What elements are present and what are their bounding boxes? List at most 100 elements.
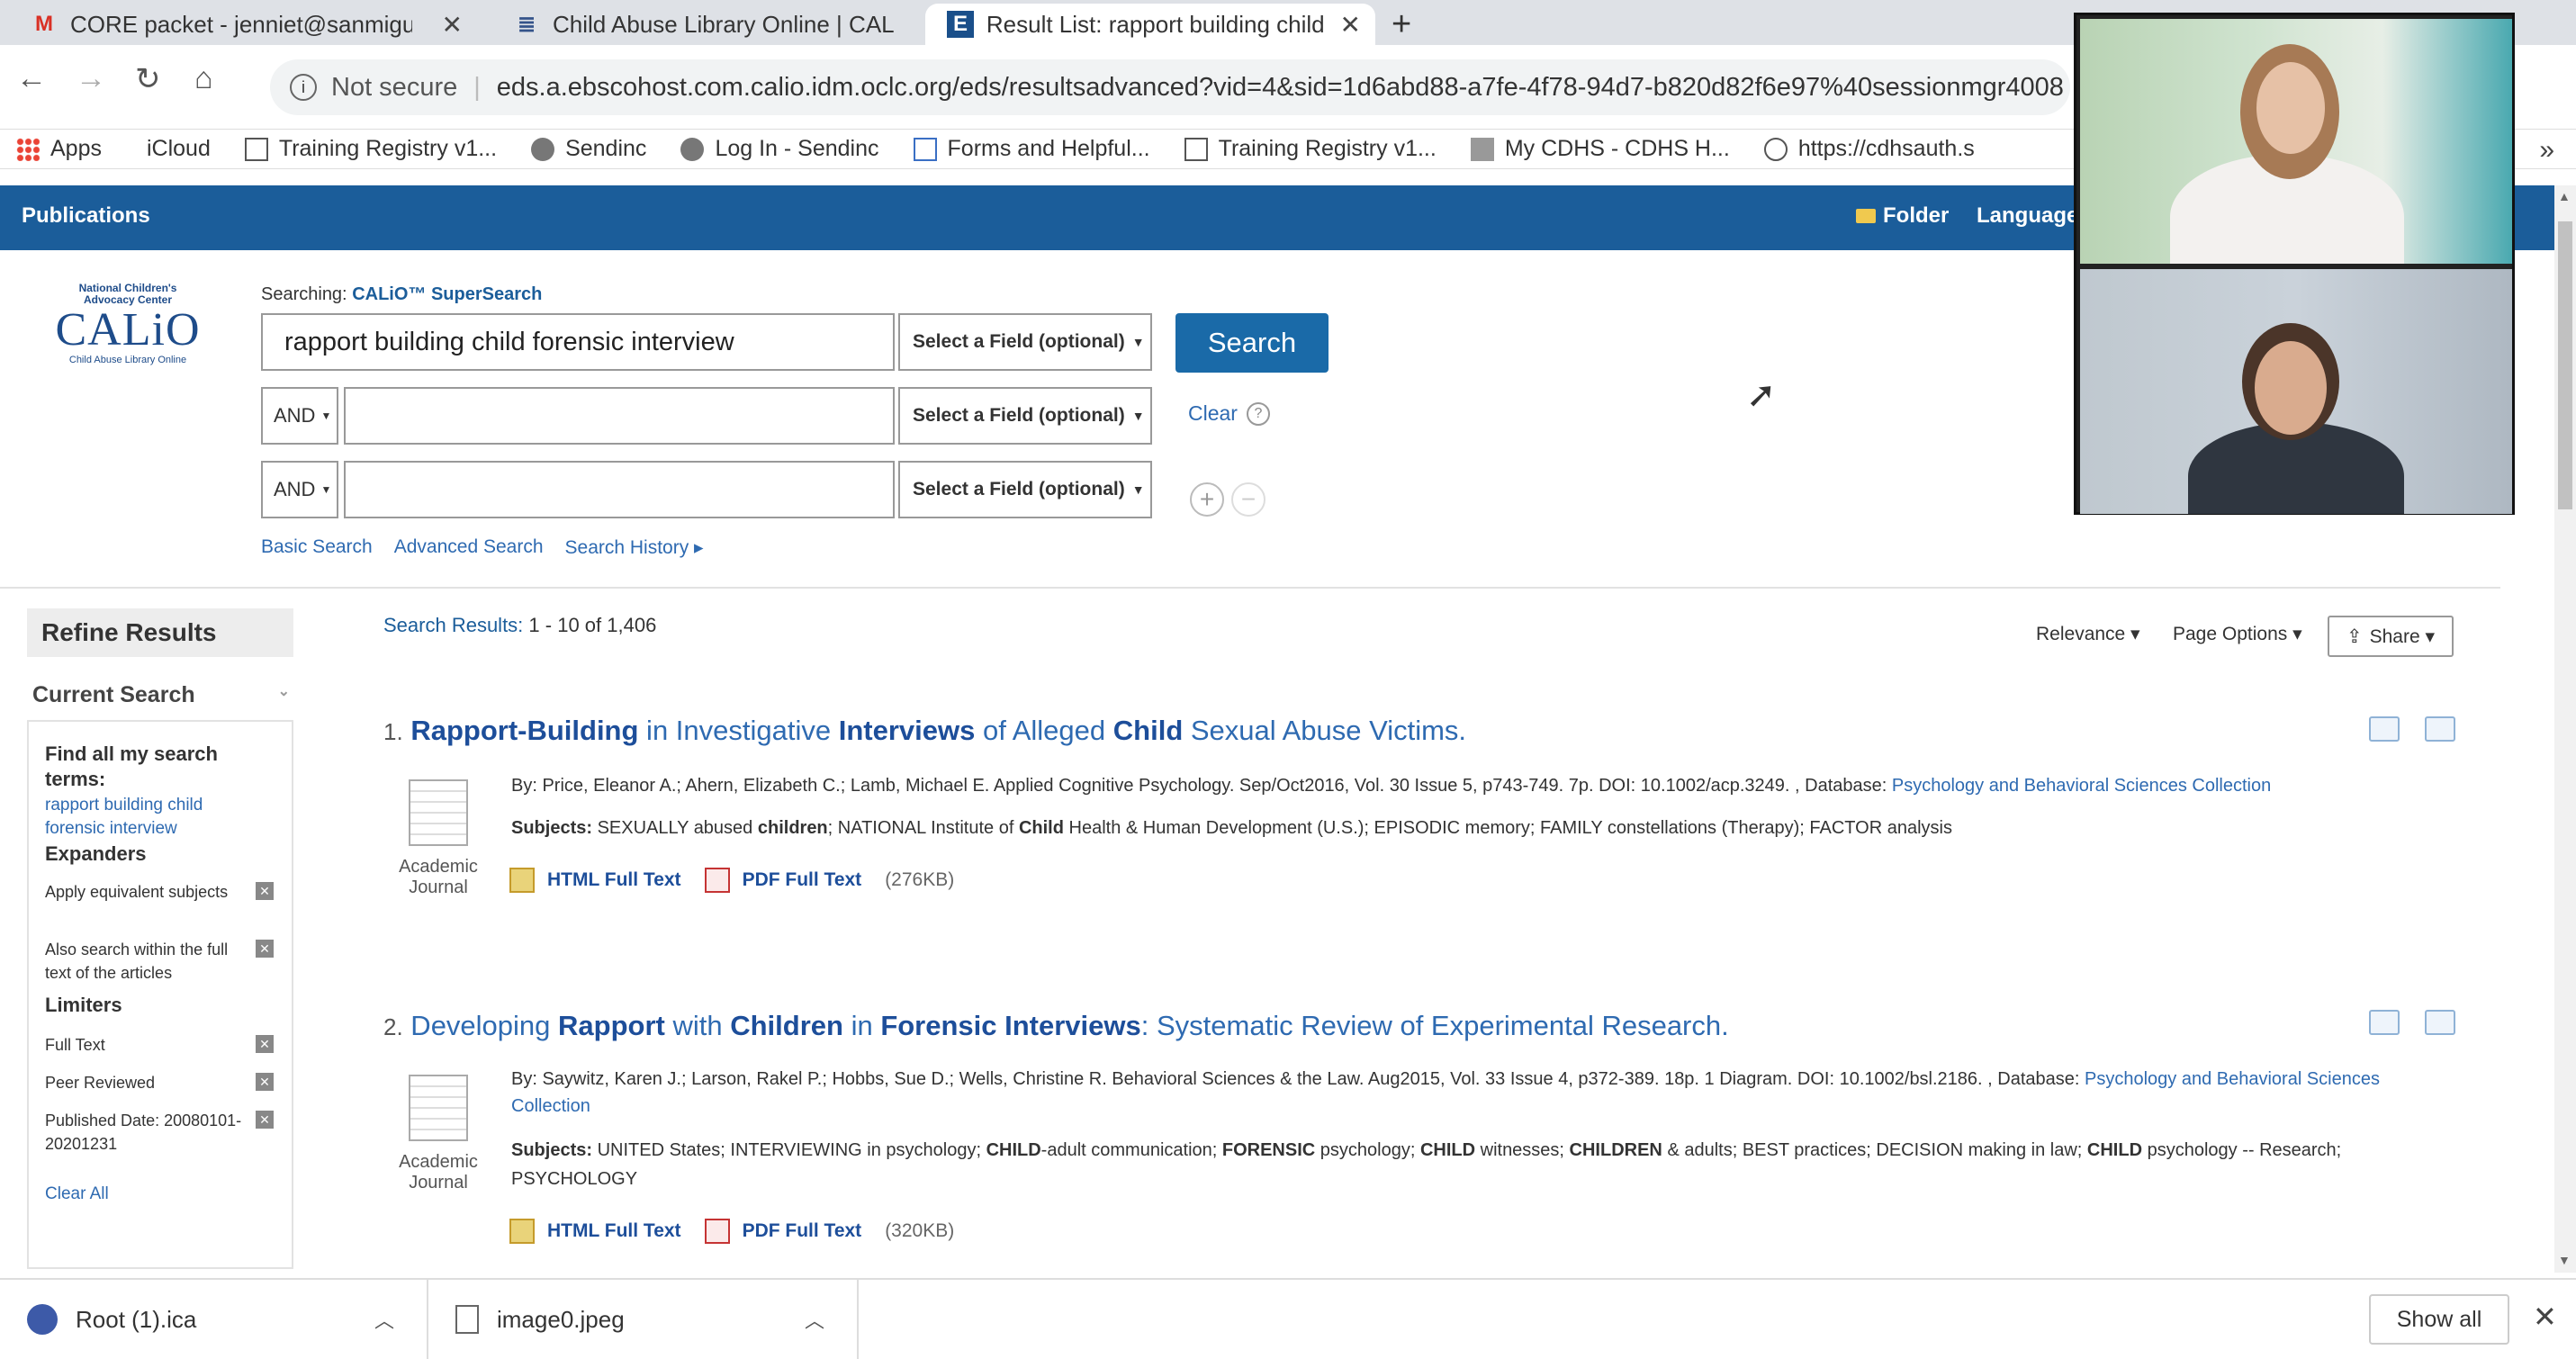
info-icon[interactable]: i bbox=[290, 74, 317, 101]
result-title-1[interactable]: 1. Rapport-Building in Investigative Int… bbox=[383, 715, 1466, 747]
field-select-3[interactable]: Select a Field (optional) ▼ bbox=[898, 461, 1152, 518]
home-icon[interactable]: ⌂ bbox=[194, 61, 213, 96]
basic-search-link[interactable]: Basic Search bbox=[261, 536, 373, 559]
find-all-terms-link[interactable]: rapport building child forensic intervie… bbox=[45, 794, 252, 841]
download-item-image0[interactable]: image0.jpeg ︿ bbox=[428, 1280, 859, 1359]
back-icon[interactable]: ← bbox=[16, 61, 47, 96]
folder-link[interactable]: Folder bbox=[1856, 203, 1949, 229]
relevance-sort-menu[interactable]: Relevance ▾ bbox=[2036, 623, 2140, 645]
boolean-select-3[interactable]: AND ▼ bbox=[261, 461, 338, 518]
clear-all-link[interactable]: Clear All bbox=[45, 1183, 252, 1206]
field-select-2[interactable]: Select a Field (optional) ▼ bbox=[898, 387, 1152, 445]
close-tab-icon[interactable]: ✕ bbox=[1340, 10, 1361, 40]
html-fulltext-link[interactable]: HTML Full Text bbox=[547, 1220, 681, 1242]
result-title-2[interactable]: 2. Developing Rapport with Children in F… bbox=[383, 1010, 1729, 1042]
url-text: eds.a.ebscohost.com.calio.idm.oclc.org/e… bbox=[496, 72, 2064, 102]
clear-link[interactable]: Clear ? bbox=[1188, 401, 1270, 426]
search-mode-links: Basic Search Advanced Search Search Hist… bbox=[261, 536, 704, 559]
bookmark-login-sendinc[interactable]: Log In - Sendinc bbox=[680, 136, 879, 162]
chevron-up-icon[interactable]: ︿ bbox=[805, 1305, 824, 1334]
participant-video-1 bbox=[2080, 19, 2512, 264]
calio-logo[interactable]: National Children's Advocacy Center CALi… bbox=[47, 283, 209, 382]
forward-icon[interactable]: → bbox=[76, 61, 106, 96]
bookmark-cdhsauth[interactable]: https://cdhsauth.s bbox=[1763, 136, 1975, 162]
remove-row-icon[interactable]: − bbox=[1231, 482, 1265, 517]
pdf-icon bbox=[704, 1219, 730, 1244]
html-fulltext-link[interactable]: HTML Full Text bbox=[547, 869, 681, 891]
citrix-icon bbox=[27, 1304, 58, 1335]
boolean-label: AND bbox=[274, 404, 316, 427]
add-to-folder-icon[interactable] bbox=[2425, 716, 2455, 742]
advanced-search-link[interactable]: Advanced Search bbox=[394, 536, 544, 559]
bookmark-icloud[interactable]: iCloud bbox=[136, 136, 211, 162]
pdf-icon bbox=[704, 868, 730, 893]
boolean-select-2[interactable]: AND ▼ bbox=[261, 387, 338, 445]
result-actions-2 bbox=[2369, 1010, 2455, 1035]
searching-database-link[interactable]: CALiO™ SuperSearch bbox=[352, 284, 542, 304]
bookmark-training-registry[interactable]: Training Registry v1... bbox=[244, 136, 497, 162]
mouse-cursor-icon: ➚ bbox=[1746, 375, 1777, 415]
reload-icon[interactable]: ↻ bbox=[135, 61, 161, 97]
tab-label: Result List: rapport building child bbox=[986, 10, 1325, 38]
field-select-label: Select a Field (optional) bbox=[913, 331, 1125, 352]
preview-icon[interactable] bbox=[2369, 1010, 2400, 1035]
current-search-toggle[interactable]: Current Search ⌄ bbox=[32, 682, 290, 708]
tab-child-abuse-library[interactable]: ≣ Child Abuse Library Online | CAL ✕ bbox=[491, 4, 959, 45]
file-size: (320KB) bbox=[885, 1220, 955, 1241]
url-bar[interactable]: i Not secure | eds.a.ebscohost.com.calio… bbox=[270, 59, 2070, 115]
close-download-shelf-icon[interactable]: ✕ bbox=[2533, 1300, 2557, 1334]
tab-core-packet[interactable]: M CORE packet - jenniet@sanmigu ✕ bbox=[9, 4, 477, 45]
remove-limiter-icon[interactable]: ✕ bbox=[256, 1073, 274, 1091]
help-icon[interactable]: ? bbox=[1246, 401, 1270, 426]
page-icon bbox=[1184, 137, 1208, 161]
new-tab-button[interactable]: + bbox=[1392, 5, 1411, 44]
bookmark-training-registry-2[interactable]: Training Registry v1... bbox=[1184, 136, 1437, 162]
remove-limiter-icon[interactable]: ✕ bbox=[256, 1111, 274, 1129]
publications-link[interactable]: Publications bbox=[22, 203, 150, 229]
bookmark-my-cdhs[interactable]: My CDHS - CDHS H... bbox=[1470, 136, 1730, 162]
bookmark-label: Apps bbox=[50, 136, 102, 161]
add-row-icon[interactable]: + bbox=[1190, 482, 1224, 517]
more-bookmarks-icon[interactable]: » bbox=[2539, 135, 2554, 166]
close-tab-icon[interactable]: ✕ bbox=[442, 10, 463, 40]
pdf-fulltext-link[interactable]: PDF Full Text bbox=[743, 869, 862, 891]
bookmark-label: Sendinc bbox=[565, 136, 647, 161]
bookmark-apps[interactable]: Apps bbox=[16, 136, 102, 162]
share-button[interactable]: ⇪ Share ▾ bbox=[2328, 616, 2454, 657]
add-to-folder-icon[interactable] bbox=[2425, 1010, 2455, 1035]
result-meta-1: By: Price, Eleanor A.; Ahern, Elizabeth … bbox=[511, 772, 2428, 799]
bookmark-sendinc[interactable]: Sendinc bbox=[531, 136, 646, 162]
result-number: 1. bbox=[383, 718, 403, 745]
pdf-fulltext-link[interactable]: PDF Full Text bbox=[743, 1220, 862, 1242]
remove-expander-icon[interactable]: ✕ bbox=[256, 940, 274, 958]
database-link[interactable]: Psychology and Behavioral Sciences Colle… bbox=[1892, 776, 2271, 796]
academic-journal-icon bbox=[409, 1075, 468, 1141]
remove-expander-icon[interactable]: ✕ bbox=[256, 882, 274, 900]
scroll-down-icon[interactable]: ▼ bbox=[2558, 1253, 2571, 1267]
chevron-up-icon[interactable]: ︿ bbox=[374, 1305, 394, 1334]
tab-result-list[interactable]: E Result List: rapport building child ✕ bbox=[925, 4, 1375, 45]
page-scrollbar[interactable]: ▲ ▼ bbox=[2554, 185, 2576, 1273]
search-input-3[interactable] bbox=[344, 461, 895, 518]
caret-down-icon: ▼ bbox=[1131, 335, 1145, 349]
download-item-root-ica[interactable]: Root (1).ica ︿ bbox=[0, 1280, 428, 1359]
language-menu[interactable]: Language bbox=[1977, 203, 2078, 229]
bookmark-label: Forms and Helpful... bbox=[947, 136, 1150, 161]
result-subjects-1: Subjects: SEXUALLY abused children; NATI… bbox=[511, 818, 1952, 838]
search-input-2[interactable] bbox=[344, 387, 895, 445]
field-select-1[interactable]: Select a Field (optional) ▼ bbox=[898, 313, 1152, 371]
preview-icon[interactable] bbox=[2369, 716, 2400, 742]
remove-limiter-icon[interactable]: ✕ bbox=[256, 1035, 274, 1053]
scroll-thumb[interactable] bbox=[2558, 221, 2572, 509]
search-button[interactable]: Search bbox=[1175, 313, 1329, 373]
search-history-link[interactable]: Search History ▸ bbox=[565, 536, 704, 559]
page-options-menu[interactable]: Page Options ▾ bbox=[2173, 623, 2302, 645]
fulltext-links-1: HTML Full Text PDF Full Text (276KB) bbox=[509, 868, 954, 893]
searching-label: Searching: CALiO™ SuperSearch bbox=[261, 284, 542, 305]
show-all-downloads-button[interactable]: Show all bbox=[2369, 1294, 2509, 1345]
bookmark-label: iCloud bbox=[146, 136, 211, 161]
scroll-up-icon[interactable]: ▲ bbox=[2558, 189, 2571, 203]
search-input-1[interactable]: rapport building child forensic intervie… bbox=[261, 313, 895, 371]
bookmark-label: Log In - Sendinc bbox=[715, 136, 879, 161]
bookmark-forms[interactable]: Forms and Helpful... bbox=[913, 136, 1150, 162]
